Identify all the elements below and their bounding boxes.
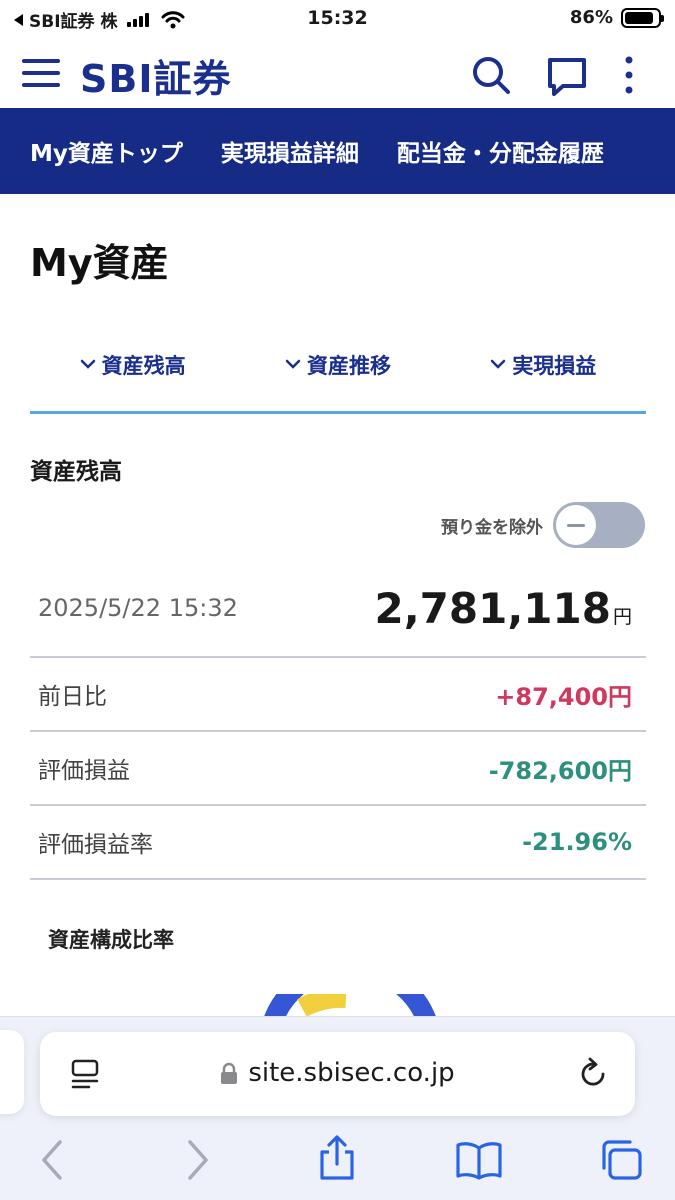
anchor-tab-label: 資産残高	[101, 354, 186, 378]
page-title: My資産	[30, 241, 169, 285]
search-icon[interactable]	[470, 54, 512, 96]
row-label: 評価損益	[38, 758, 130, 784]
previous-tab-card[interactable]	[0, 1030, 24, 1114]
battery-icon	[621, 7, 664, 28]
anchor-tab-label: 資産推移	[306, 354, 391, 378]
share-icon[interactable]	[316, 1134, 358, 1182]
total-amount: 2,781,118 円	[375, 584, 633, 633]
chevron-down-icon	[80, 359, 95, 369]
tabs-icon[interactable]	[598, 1138, 644, 1182]
forward-icon[interactable]	[182, 1138, 212, 1182]
exclude-deposit-toggle[interactable]	[553, 502, 645, 548]
chevron-down-icon	[285, 359, 301, 369]
anchor-tabs: 資産残高 資産推移 実現損益	[30, 340, 646, 414]
lock-icon	[221, 1062, 238, 1084]
anchor-tab-trend[interactable]: 資産推移	[235, 340, 440, 411]
row-value: +87,400円	[495, 682, 632, 711]
top-nav: My資産トップ 実現損益詳細 配当金・分配金履歴	[0, 108, 675, 194]
donut-segment-yellow	[297, 994, 347, 1017]
row-label: 前日比	[38, 684, 107, 710]
sbi-logo[interactable]: SBI証券	[80, 48, 231, 103]
menu-icon[interactable]	[22, 56, 60, 90]
url-display: site.sbisec.co.jp	[40, 1058, 635, 1088]
more-vertical-icon[interactable]	[622, 54, 636, 96]
chevron-down-icon	[491, 359, 506, 369]
app-header: SBI証券	[0, 40, 675, 108]
exclude-deposit-toggle-row: 預り金を除外	[441, 502, 645, 548]
back-icon[interactable]	[38, 1138, 68, 1182]
row-label: 評価損益率	[38, 832, 153, 858]
nav-my-asset-top[interactable]: My資産トップ	[30, 134, 183, 168]
nav-dividend-history[interactable]: 配当金・分配金履歴	[397, 134, 604, 168]
minus-icon	[567, 523, 585, 527]
chat-icon[interactable]	[545, 54, 589, 98]
row-day-change: 前日比 +87,400円	[30, 658, 646, 732]
anchor-tab-balance[interactable]: 資産残高	[30, 340, 235, 411]
battery-percent: 86%	[569, 7, 613, 28]
toggle-knob	[556, 505, 596, 545]
status-battery: 86%	[569, 7, 664, 28]
row-unrealized-pl-rate: 評価損益率 -21.96%	[30, 806, 646, 880]
url-text: site.sbisec.co.jp	[248, 1058, 455, 1088]
anchor-tab-realized[interactable]: 実現損益	[441, 340, 646, 411]
total-amount-value: 2,781,118	[374, 584, 611, 633]
status-bar: SBI証券 株 15:32 86%	[0, 0, 675, 38]
total-amount-unit: 円	[612, 606, 632, 628]
total-balance-row: 2025/5/22 15:32 2,781,118 円	[30, 574, 646, 658]
balance-date: 2025/5/22 15:32	[38, 594, 238, 622]
anchor-tab-label: 実現損益	[512, 354, 597, 378]
row-value: -21.96%	[522, 828, 632, 856]
address-bar[interactable]: site.sbisec.co.jp	[40, 1032, 635, 1116]
row-unrealized-pl: 評価損益 -782,600円	[30, 732, 646, 806]
nav-realized-pl-detail[interactable]: 実現損益詳細	[221, 134, 359, 168]
row-value: -782,600円	[488, 756, 632, 785]
bookmarks-icon[interactable]	[455, 1140, 503, 1180]
toggle-label: 預り金を除外	[441, 517, 543, 538]
reload-icon[interactable]	[577, 1056, 609, 1090]
composition-title: 資産構成比率	[48, 928, 174, 952]
section-title-balance: 資産残高	[30, 459, 122, 485]
